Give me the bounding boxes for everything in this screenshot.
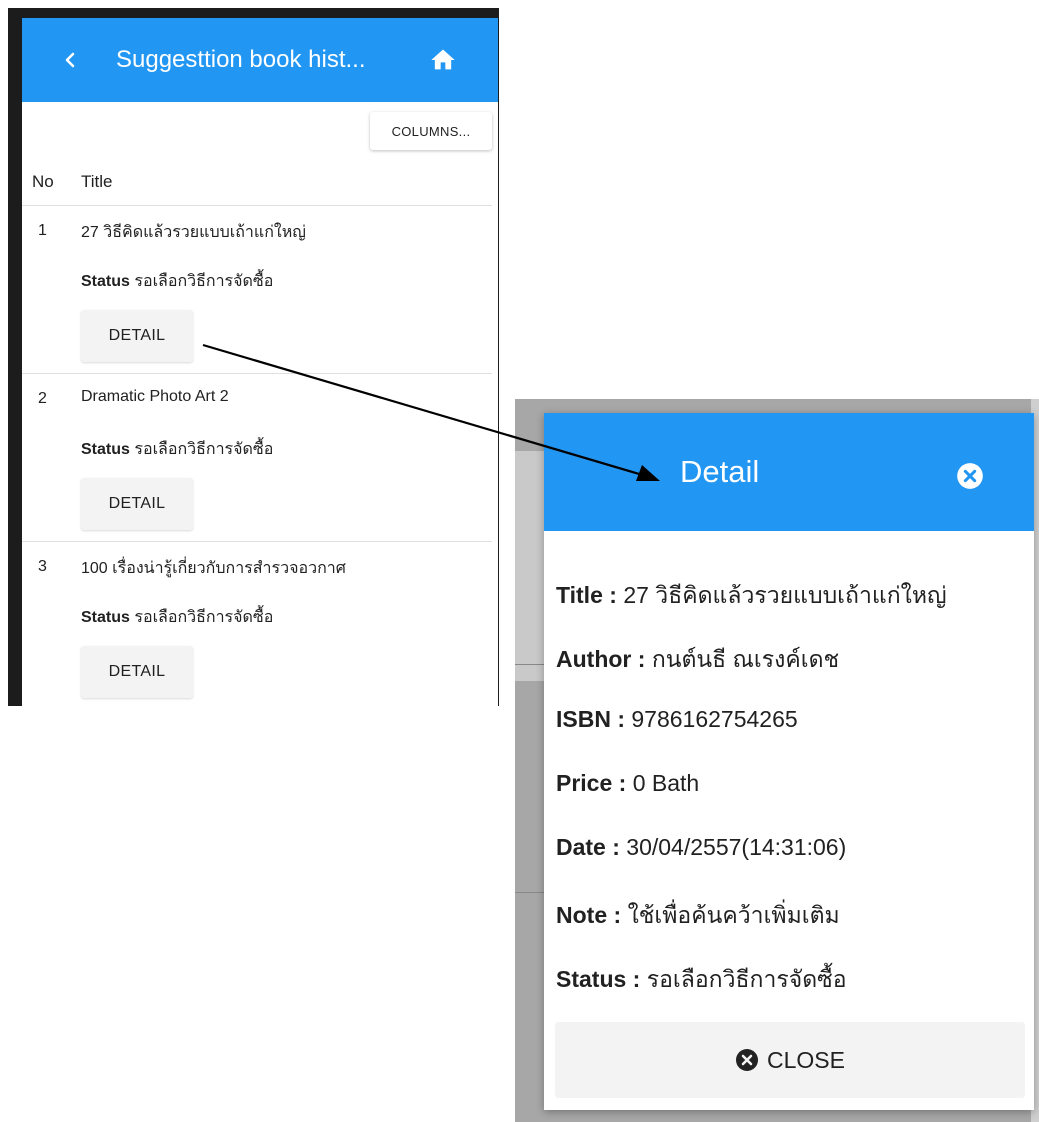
close-button[interactable]: CLOSE <box>555 1022 1025 1098</box>
row-status: Status รอเลือกวิธีการจัดซื้อ <box>81 437 273 462</box>
backdrop-divider <box>515 664 547 665</box>
dialog-title: Detail <box>680 454 760 489</box>
row-title: 100 เรื่องน่ารู้เกี่ยวกับการสำรวจอวกาศ <box>81 560 346 577</box>
field-value: ใช้เพื่อค้นคว้าเพิ่มเติม <box>627 902 840 928</box>
detail-dialog: Detail Title : 27 วิธีคิดแล้วรวยแบบเถ้าแ… <box>544 413 1034 1110</box>
table-row: 2 Dramatic Photo Art 2 Status รอเลือกวิธ… <box>22 374 492 542</box>
status-value: รอเลือกวิธีการจัดซื้อ <box>134 441 274 458</box>
close-label: CLOSE <box>767 1046 845 1073</box>
field-value: รอเลือกวิธีการจัดซื้อ <box>646 966 847 992</box>
close-circle-icon[interactable] <box>956 462 984 490</box>
status-value: รอเลือกวิธีการจัดซื้อ <box>134 273 274 290</box>
field-label: Date : <box>556 834 620 860</box>
field-label: Price : <box>556 770 627 796</box>
suggestion-history-screen: Suggesttion book hist... COLUMNS... No T… <box>22 18 498 706</box>
chevron-left-icon[interactable] <box>54 44 86 76</box>
detail-status-field: Status : รอเลือกวิธีการจัดซื้อ <box>556 962 847 998</box>
detail-date-field: Date : 30/04/2557(14:31:06) <box>556 834 846 861</box>
row-number: 1 <box>38 222 47 239</box>
row-number: 2 <box>38 390 47 407</box>
backdrop-divider <box>515 892 547 893</box>
column-header-title[interactable]: Title <box>81 172 113 192</box>
status-label: Status <box>81 273 130 290</box>
field-value: 27 วิธีคิดแล้วรวยแบบเถ้าแก่ใหญ่ <box>623 582 947 608</box>
field-label: ISBN : <box>556 706 625 732</box>
table-header: No Title <box>22 158 492 206</box>
backdrop-panel <box>515 451 547 681</box>
app-bar: Suggesttion book hist... <box>22 18 498 102</box>
table-row: 1 27 วิธีคิดแล้วรวยแบบเถ้าแก่ใหญ่ Status… <box>22 206 492 374</box>
status-label: Status <box>81 441 130 458</box>
table-row: 3 100 เรื่องน่ารู้เกี่ยวกับการสำรวจอวกาศ… <box>22 542 492 706</box>
close-circle-icon <box>736 1049 758 1071</box>
status-value: รอเลือกวิธีการจัดซื้อ <box>134 609 274 626</box>
detail-price-field: Price : 0 Bath <box>556 770 699 797</box>
row-status: Status รอเลือกวิธีการจัดซื้อ <box>81 605 273 630</box>
field-value: กนต์นธี ณเรงค์เดช <box>651 646 840 672</box>
detail-button[interactable]: DETAIL <box>81 646 193 698</box>
column-header-no[interactable]: No <box>32 172 54 192</box>
page-title: Suggesttion book hist... <box>116 46 366 73</box>
row-status: Status รอเลือกวิธีการจัดซื้อ <box>81 269 273 294</box>
detail-author-field: Author : กนต์นธี ณเรงค์เดช <box>556 642 839 678</box>
detail-title-field: Title : 27 วิธีคิดแล้วรวยแบบเถ้าแก่ใหญ่ <box>556 578 947 614</box>
field-value: 30/04/2557(14:31:06) <box>626 834 847 860</box>
columns-button[interactable]: COLUMNS... <box>370 112 492 150</box>
row-title: Dramatic Photo Art 2 <box>81 388 229 405</box>
phone-frame: Suggesttion book hist... COLUMNS... No T… <box>8 8 499 706</box>
field-value: 0 Bath <box>632 770 700 796</box>
dialog-header: Detail <box>544 413 1034 531</box>
row-number: 3 <box>38 558 47 575</box>
status-label: Status <box>81 609 130 626</box>
home-icon[interactable] <box>429 46 457 74</box>
detail-isbn-field: ISBN : 9786162754265 <box>556 706 798 733</box>
field-label: Title : <box>556 582 617 608</box>
field-label: Author : <box>556 646 646 672</box>
row-title: 27 วิธีคิดแล้วรวยแบบเถ้าแก่ใหญ่ <box>81 224 306 241</box>
detail-button[interactable]: DETAIL <box>81 310 193 362</box>
detail-button[interactable]: DETAIL <box>81 478 193 530</box>
field-label: Status : <box>556 966 641 992</box>
field-label: Note : <box>556 902 622 928</box>
detail-note-field: Note : ใช้เพื่อค้นคว้าเพิ่มเติม <box>556 898 840 934</box>
field-value: 9786162754265 <box>631 706 798 732</box>
